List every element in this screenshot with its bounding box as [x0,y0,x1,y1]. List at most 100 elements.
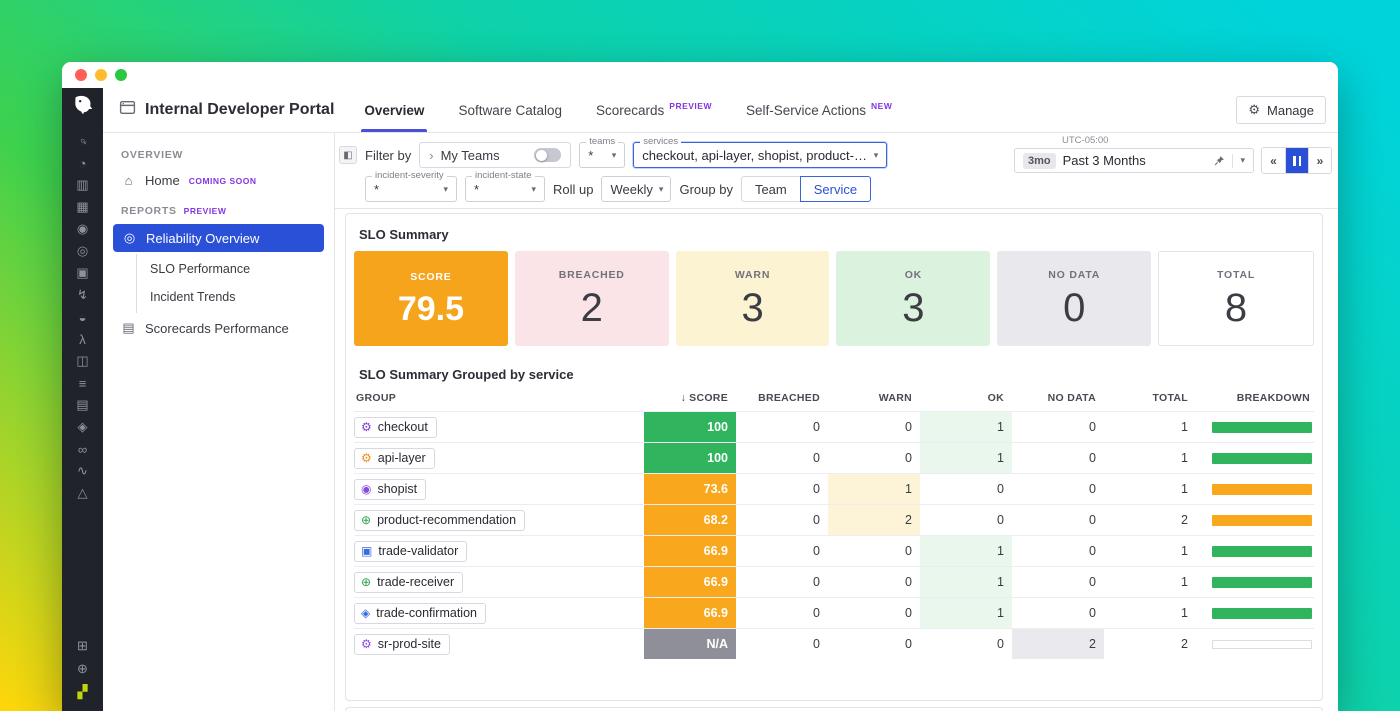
time-back-button[interactable]: « [1262,148,1285,173]
dashboards-icon[interactable]: ▦ [70,196,96,218]
tile-total[interactable]: TOTAL 8 [1158,251,1314,346]
service-chip[interactable]: ⚙checkout [354,417,437,438]
col-total[interactable]: TOTAL [1104,392,1196,404]
processes-icon[interactable]: ≡ [70,372,96,394]
col-ok[interactable]: OK [920,392,1012,404]
group-by-service-button[interactable]: Service [800,176,871,202]
col-no-data[interactable]: NO DATA [1012,392,1104,404]
col-breakdown[interactable]: BREAKDOWN [1196,392,1314,404]
service-chip[interactable]: ⚙sr-prod-site [354,634,450,655]
incidents-icon[interactable]: △ [70,482,96,504]
datadog-logo[interactable] [71,93,95,122]
monitors-icon[interactable]: ◉ [70,218,96,240]
table-row[interactable]: ⚙checkout10000101 [354,411,1314,442]
teams-filter-select[interactable]: teams * ▾ [579,142,625,168]
tile-warn[interactable]: WARN 3 [676,251,830,346]
tile-ok[interactable]: OK 3 [836,251,990,346]
nav-item-home[interactable]: ⌂ Home COMING SOON [103,166,334,195]
nav-item-label: Reliability Overview [146,231,259,246]
incident-state-select[interactable]: incident-state * ▾ [465,176,545,202]
group-cell: ▣trade-validator [354,536,644,566]
security-icon[interactable]: ◈ [70,416,96,438]
incident-severity-select[interactable]: incident-severity * ▾ [365,176,457,202]
table-row[interactable]: ◉shopist73.601001 [354,473,1314,504]
service-chip[interactable]: ⊕trade-receiver [354,572,463,593]
nav-item-slo-performance[interactable]: SLO Performance [137,255,334,283]
tile-label: SCORE [410,271,451,283]
close-window-button[interactable] [75,69,87,81]
manage-button[interactable]: ⚙ Manage [1236,96,1326,124]
col-warn[interactable]: WARN [828,392,920,404]
time-range-selector[interactable]: 3mo Past 3 Months ▾ [1014,148,1254,173]
new-badge: NEW [871,101,892,111]
time-forward-button[interactable]: » [1308,148,1331,173]
table-row[interactable]: ⚙api-layer10000101 [354,442,1314,473]
ok-cell: 0 [920,629,1012,659]
metrics-icon[interactable]: ▥ [70,174,96,196]
maximize-window-button[interactable] [115,69,127,81]
nav-item-label: Home [145,173,180,188]
my-teams-toggle[interactable] [534,148,561,162]
service-chip[interactable]: ◉shopist [354,479,426,500]
toggle-knob [536,150,547,161]
tile-score[interactable]: SCORE 79.5 [354,251,508,346]
tile-no-data[interactable]: NO DATA 0 [997,251,1151,346]
table-row[interactable]: ⊕trade-receiver66.900101 [354,566,1314,597]
table-row[interactable]: ⊕product-recommendation68.202002 [354,504,1314,535]
nav-item-reliability-overview[interactable]: ◎ Reliability Overview [113,224,324,252]
breakdown-cell [1196,536,1314,566]
infrastructure-icon[interactable]: ▣ [70,262,96,284]
tile-breached[interactable]: BREACHED 2 [515,251,669,346]
apm-icon[interactable]: ◎ [70,240,96,262]
table-row[interactable]: ▣trade-validator66.900101 [354,535,1314,566]
tab-self-service-actions[interactable]: Self-Service Actions NEW [746,88,892,132]
service-chip[interactable]: ▣trade-validator [354,541,467,562]
col-breached[interactable]: BREACHED [736,392,828,404]
group-by-team-button[interactable]: Team [741,176,801,202]
service-icon: ⚙ [361,452,372,464]
pause-live-button[interactable] [1285,148,1308,173]
nav-item-label: Scorecards Performance [145,321,289,336]
col-score[interactable]: ↓SCORE [644,392,736,404]
my-teams-filter[interactable]: › My Teams [419,142,571,168]
preview-badge: PREVIEW [669,101,712,111]
tab-software-catalog[interactable]: Software Catalog [458,88,562,132]
tab-scorecards[interactable]: Scorecards PREVIEW [596,88,712,132]
minimize-window-button[interactable] [95,69,107,81]
services-filter-select[interactable]: services checkout, api-layer, shopist, p… [633,142,887,168]
bits-ai-icon[interactable]: ▞ [70,680,96,703]
tile-value: 79.5 [398,292,464,326]
service-chip[interactable]: ◈trade-confirmation [354,603,486,624]
score-cell: N/A [644,629,736,659]
slo-table-header: GROUP ↓SCORE BREACHED WARN OK NO DATA TO… [354,392,1314,411]
logs-icon[interactable]: ▤ [70,394,96,416]
rail-bottom: ⊞⊕▞ [70,634,96,703]
table-row[interactable]: ⚙sr-prod-siteN/A00022 [354,628,1314,659]
serverless-icon[interactable]: λ [70,328,96,350]
integrations-icon[interactable]: ⊕ [70,657,96,680]
ci-icon[interactable]: ∞ [70,438,96,460]
events-icon[interactable]: ↯ [70,284,96,306]
service-chip[interactable]: ⚙api-layer [354,448,435,469]
collapse-panel-button[interactable]: ◧ [339,146,357,164]
synthetics-icon[interactable]: ∿ [70,460,96,482]
col-group[interactable]: GROUP [354,392,644,404]
network-icon[interactable]: ◫ [70,350,96,372]
service-chip[interactable]: ⊕product-recommendation [354,510,525,531]
service-name: product-recommendation [377,513,516,527]
pin-icon[interactable] [1214,155,1225,166]
rollup-select[interactable]: Weekly ▾ [601,176,671,202]
table-row[interactable]: ◈trade-confirmation66.900101 [354,597,1314,628]
nav-item-incident-trends[interactable]: Incident Trends [137,283,334,311]
services-filter-label: services [640,136,681,147]
rum-icon[interactable]: ◒ [70,306,96,328]
marketplace-icon[interactable]: ⊞ [70,634,96,657]
filter-bar: ◧ Filter by › My Teams teams * [335,133,1338,209]
nav-item-scorecards-performance[interactable]: ▤ Scorecards Performance [103,313,334,343]
group-cell: ⚙checkout [354,412,644,442]
time-controls: UTC-05:00 3mo Past 3 Months [1014,135,1332,174]
slo-table-title: SLO Summary Grouped by service [354,346,1314,392]
no-data-cell: 0 [1012,567,1104,597]
tab-overview[interactable]: Overview [364,88,424,132]
service-icon: ◈ [361,607,370,619]
